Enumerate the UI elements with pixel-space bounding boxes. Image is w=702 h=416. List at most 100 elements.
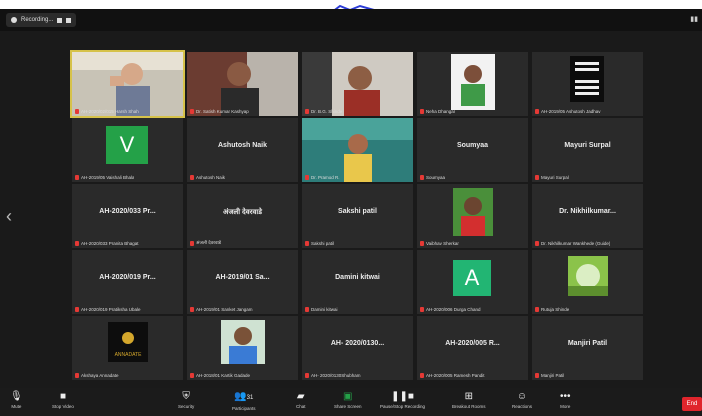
- participant-tile[interactable]: V AH-2019/05 Vaishali Bhala: [72, 118, 183, 182]
- gallery-grid: AH-2020/02/015 Harsh Shah Dr. Satish Kum…: [70, 50, 644, 382]
- participant-name: Dr. Nikhilkumar...: [559, 208, 616, 215]
- muted-mic-icon: [190, 175, 194, 180]
- participant-tile[interactable]: Damini kitwai Damini kitwai: [302, 250, 413, 314]
- participant-tile[interactable]: A AH-2020/006 Durga Chand: [417, 250, 528, 314]
- participant-tile[interactable]: ANNADATE Akshaya Annadate: [72, 316, 183, 380]
- participant-tile[interactable]: AH- 2020/0130... AH- 2020/0130Shubham: [302, 316, 413, 380]
- participant-tile[interactable]: Manjiri Patil Manjiri Patil: [532, 316, 643, 380]
- participant-tile[interactable]: Sakshi patil Sakshi patil: [302, 184, 413, 248]
- logo-text: ANNADATE: [115, 352, 143, 358]
- participant-name-label: Ashutosh Naik: [190, 175, 225, 180]
- participant-tile[interactable]: Dr. Pramod R.: [302, 118, 413, 182]
- participant-name-label: Akshaya Annadate: [75, 373, 119, 378]
- participant-name-label: Rutuja Shinde: [535, 307, 569, 312]
- participant-name-label: Soumyaa: [420, 175, 445, 180]
- participant-name-label: Sakshi patil: [305, 241, 334, 246]
- chat-button[interactable]: ▰ Chat: [296, 390, 306, 409]
- pause-recording-icon[interactable]: [57, 17, 63, 23]
- title-bar: [0, 9, 702, 31]
- muted-mic-icon: [305, 307, 309, 312]
- participant-name-label: AH- 2020/0130Shubham: [305, 373, 361, 378]
- video-feed: [72, 52, 183, 116]
- participant-tile[interactable]: अंजली देवरवाडे अंजली देवरवाडे: [187, 184, 298, 248]
- zoom-meeting-window: Recording... ▮▮ ‹ AH-2020/02/015 Harsh S…: [0, 0, 702, 416]
- breakout-rooms-button[interactable]: ⊞ Breakout Rooms: [452, 390, 486, 409]
- security-label: Security: [178, 404, 195, 409]
- video-camera-icon: ■: [59, 391, 66, 402]
- participant-name-label: AH-2020/019 Pratiksha Ubale: [75, 307, 141, 312]
- participant-tile[interactable]: Vaibhav Sherkar: [417, 184, 528, 248]
- view-toggle-icon[interactable]: ▮▮: [690, 15, 698, 23]
- muted-mic-icon: [75, 175, 79, 180]
- participant-name: Soumyaa: [456, 142, 489, 149]
- reactions-button[interactable]: ☺ Reactions: [512, 390, 532, 409]
- participant-tile[interactable]: Dr. Nikhilkumar... Dr. Nikhilkumar Wankh…: [532, 184, 643, 248]
- breakout-rooms-icon: ⊞: [464, 391, 473, 402]
- muted-mic-icon: [190, 307, 194, 312]
- participant-tile[interactable]: AH-2020/019 Pr... AH-2020/019 Pratiksha …: [72, 250, 183, 314]
- participant-tile[interactable]: Neha Dhangar: [417, 52, 528, 116]
- more-dots-icon: •••: [560, 391, 571, 402]
- participant-tile[interactable]: AH-2020/02/015 Harsh Shah: [70, 50, 185, 118]
- muted-mic-icon: [75, 373, 79, 378]
- participant-tile[interactable]: Mayuri Surpal Mayuri Surpal: [532, 118, 643, 182]
- more-button[interactable]: ••• More: [560, 390, 571, 409]
- muted-mic-icon: [420, 241, 424, 246]
- pause-stop-icon: ❚❚■: [391, 391, 414, 402]
- participant-tile[interactable]: AH-2019/05 Ashutosh Jadhav: [532, 52, 643, 116]
- participant-name-label: Dr. B.G. Shinde: [305, 109, 342, 114]
- muted-mic-icon: [420, 175, 424, 180]
- participant-tile[interactable]: Soumyaa Soumyaa: [417, 118, 528, 182]
- end-meeting-button[interactable]: End: [682, 397, 702, 411]
- participant-tile[interactable]: AH-2020/033 Pr... AH-2020/033 Pranita Bh…: [72, 184, 183, 248]
- participant-name-label: AH-2020/033 Pranita Bhagat: [75, 241, 139, 246]
- muted-mic-icon: [75, 307, 79, 312]
- share-screen-label: Share Screen: [334, 404, 362, 409]
- profile-picture: [532, 250, 643, 314]
- prev-page-chevron-icon[interactable]: ‹: [6, 205, 12, 227]
- participant-name: अंजली देवरवाडे: [223, 209, 262, 216]
- chat-label: Chat: [296, 404, 306, 409]
- participant-name-label: Damini kitwai: [305, 307, 338, 312]
- participant-tile[interactable]: AH-2018/01 Kartik Gadade: [187, 316, 298, 380]
- muted-mic-icon: [420, 307, 424, 312]
- participant-name: Sakshi patil: [338, 208, 377, 215]
- pause-stop-recording-button[interactable]: ❚❚■ Pause/Stop Recording: [380, 390, 425, 409]
- participant-name-label: AH-2019/05 Vaishali Bhala: [75, 175, 134, 180]
- participant-name: Ashutosh Naik: [217, 142, 267, 149]
- muted-mic-icon: [75, 109, 79, 114]
- participant-tile[interactable]: AH-2020/005 R... AH-2020/005 Ramesh Pand…: [417, 316, 528, 380]
- participant-tile[interactable]: Ashutosh Naik Ashutosh Naik: [187, 118, 298, 182]
- muted-mic-icon: [305, 175, 309, 180]
- participants-button[interactable]: 👥31 Participants: [232, 390, 256, 411]
- microphone-icon: 🎙: [10, 391, 23, 402]
- profile-picture: ANNADATE: [72, 316, 183, 380]
- participants-count: 31: [246, 395, 254, 401]
- stop-video-button[interactable]: ■ Stop Video: [52, 390, 74, 409]
- muted-mic-icon: [420, 373, 424, 378]
- participant-name-label: AH-2020/006 Durga Chand: [420, 307, 481, 312]
- participant-tile[interactable]: Rutuja Shinde: [532, 250, 643, 314]
- video-feed: [187, 52, 298, 116]
- stop-recording-icon[interactable]: [66, 17, 72, 23]
- participant-tile[interactable]: Dr. B.G. Shinde: [302, 52, 413, 116]
- mute-label: Mute: [11, 404, 22, 409]
- participant-name: Mayuri Surpal: [564, 142, 611, 149]
- video-feed: [417, 52, 528, 116]
- recording-indicator[interactable]: Recording...: [6, 13, 77, 27]
- security-button[interactable]: ⛨ Security: [178, 390, 194, 409]
- muted-mic-icon: [190, 240, 194, 246]
- participant-name: AH-2020/005 R...: [445, 340, 500, 347]
- participant-tile[interactable]: AH-2019/01 Sa... AH-2019/01 Sanket Janga…: [187, 250, 298, 314]
- mute-button[interactable]: 🎙 Mute: [10, 390, 23, 409]
- recording-dot-icon: [11, 17, 17, 23]
- participant-tile[interactable]: Dr. Satish Kumar Kashyap: [187, 52, 298, 116]
- muted-mic-icon: [535, 373, 539, 378]
- participant-name: AH-2020/019 Pr...: [99, 274, 156, 281]
- muted-mic-icon: [535, 307, 539, 312]
- people-icon: 👥31: [234, 391, 254, 402]
- reactions-label: Reactions: [512, 404, 533, 409]
- muted-mic-icon: [535, 175, 539, 180]
- chat-bubble-icon: ▰: [296, 391, 305, 402]
- share-screen-button[interactable]: ▣ Share Screen: [334, 390, 362, 409]
